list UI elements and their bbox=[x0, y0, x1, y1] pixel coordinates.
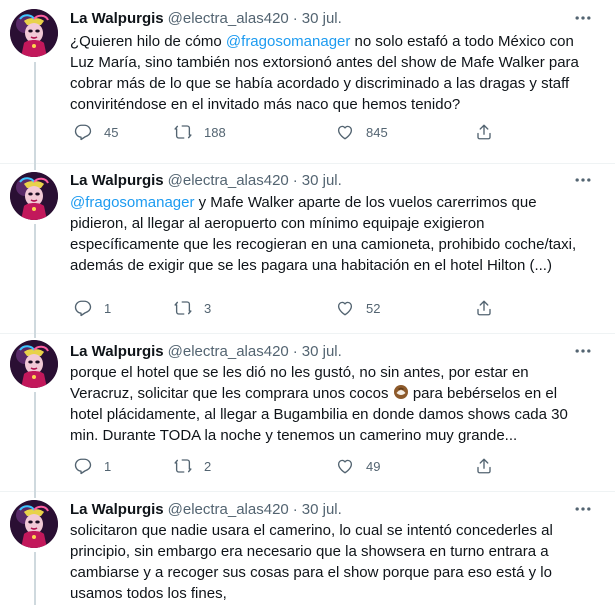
reply-icon bbox=[74, 299, 92, 317]
tweet-text: solicitaron que nadie usara el camerino,… bbox=[70, 520, 590, 604]
reply-count: 1 bbox=[104, 300, 112, 316]
mention-link[interactable]: @fragosomanager bbox=[226, 33, 350, 50]
separator: · bbox=[292, 500, 298, 518]
tweet[interactable]: La Walpurgis @electra_alas420 · 30 jul. … bbox=[0, 334, 615, 492]
user-handle[interactable]: @electra_alas420 bbox=[168, 172, 289, 189]
tweet-header: La Walpurgis @electra_alas420 · 30 jul. bbox=[70, 170, 342, 190]
thread-connector bbox=[34, 224, 36, 334]
thread-connector bbox=[34, 334, 36, 338]
tweet-thread: La Walpurgis @electra_alas420 · 30 jul. … bbox=[0, 0, 615, 605]
tweet-header: La Walpurgis @electra_alas420 · 30 jul. bbox=[70, 8, 342, 28]
share-button[interactable] bbox=[475, 299, 493, 317]
thread-connector bbox=[34, 392, 36, 492]
tweet-date[interactable]: 30 jul. bbox=[302, 343, 342, 360]
tweet-date[interactable]: 30 jul. bbox=[302, 501, 342, 518]
like-button[interactable]: 845 bbox=[336, 123, 388, 141]
display-name[interactable]: La Walpurgis bbox=[70, 501, 164, 518]
tweet-header: La Walpurgis @electra_alas420 · 30 jul. bbox=[70, 341, 342, 361]
user-handle[interactable]: @electra_alas420 bbox=[168, 10, 289, 27]
retweet-icon bbox=[174, 457, 192, 475]
avatar[interactable] bbox=[10, 340, 58, 388]
display-name[interactable]: La Walpurgis bbox=[70, 172, 164, 189]
thread-connector bbox=[34, 492, 36, 498]
retweet-count: 188 bbox=[204, 124, 226, 140]
tweet-date[interactable]: 30 jul. bbox=[302, 172, 342, 189]
tweet-text-part: ¿Quieren hilo de cómo bbox=[70, 33, 226, 50]
avatar[interactable] bbox=[10, 500, 58, 548]
like-button[interactable]: 49 bbox=[336, 457, 380, 475]
user-handle[interactable]: @electra_alas420 bbox=[168, 501, 289, 518]
share-icon bbox=[475, 457, 493, 475]
action-bar: 1 2 49 bbox=[70, 456, 510, 476]
share-button[interactable] bbox=[475, 123, 493, 141]
like-button[interactable]: 52 bbox=[336, 299, 380, 317]
action-bar: 1 3 52 bbox=[70, 298, 510, 318]
tweet-text-part: solicitaron que nadie usara el camerino,… bbox=[70, 522, 553, 602]
tweet-date[interactable]: 30 jul. bbox=[302, 10, 342, 27]
mention-link[interactable]: @fragosomanager bbox=[70, 194, 194, 211]
reply-count: 1 bbox=[104, 458, 112, 474]
more-options-icon[interactable] bbox=[573, 341, 593, 361]
retweet-button[interactable]: 2 bbox=[174, 457, 211, 475]
share-icon bbox=[475, 299, 493, 317]
display-name[interactable]: La Walpurgis bbox=[70, 10, 164, 27]
like-count: 52 bbox=[366, 300, 381, 316]
reply-button[interactable]: 1 bbox=[74, 299, 111, 317]
reply-button[interactable]: 45 bbox=[74, 123, 118, 141]
action-bar: 45 188 845 bbox=[70, 122, 510, 142]
display-name[interactable]: La Walpurgis bbox=[70, 343, 164, 360]
reply-icon bbox=[74, 123, 92, 141]
tweet[interactable]: La Walpurgis @electra_alas420 · 30 jul. … bbox=[0, 492, 615, 605]
share-button[interactable] bbox=[475, 457, 493, 475]
tweet-text: ¿Quieren hilo de cómo @fragosomanager no… bbox=[70, 31, 590, 115]
tweet[interactable]: La Walpurgis @electra_alas420 · 30 jul. … bbox=[0, 0, 615, 164]
avatar[interactable] bbox=[10, 9, 58, 57]
tweet-text: @fragosomanager y Mafe Walker aparte de … bbox=[70, 192, 590, 276]
retweet-icon bbox=[174, 123, 192, 141]
thread-connector bbox=[34, 552, 36, 605]
tweet-text: porque el hotel que se les dió no les gu… bbox=[70, 362, 590, 446]
retweet-button[interactable]: 3 bbox=[174, 299, 211, 317]
heart-icon bbox=[336, 299, 354, 317]
like-count: 49 bbox=[366, 458, 381, 474]
separator: · bbox=[292, 9, 298, 27]
user-handle[interactable]: @electra_alas420 bbox=[168, 343, 289, 360]
more-options-icon[interactable] bbox=[573, 8, 593, 28]
avatar[interactable] bbox=[10, 172, 58, 220]
heart-icon bbox=[336, 457, 354, 475]
share-icon bbox=[475, 123, 493, 141]
reply-button[interactable]: 1 bbox=[74, 457, 111, 475]
reply-icon bbox=[74, 457, 92, 475]
tweet-header: La Walpurgis @electra_alas420 · 30 jul. bbox=[70, 499, 342, 519]
separator: · bbox=[292, 171, 298, 189]
tweet[interactable]: La Walpurgis @electra_alas420 · 30 jul. … bbox=[0, 164, 615, 334]
more-options-icon[interactable] bbox=[573, 170, 593, 190]
heart-icon bbox=[336, 123, 354, 141]
coconut-emoji bbox=[393, 384, 409, 400]
retweet-button[interactable]: 188 bbox=[174, 123, 226, 141]
reply-count: 45 bbox=[104, 124, 119, 140]
thread-connector bbox=[34, 164, 36, 170]
retweet-count: 3 bbox=[204, 300, 212, 316]
more-options-icon[interactable] bbox=[573, 499, 593, 519]
like-count: 845 bbox=[366, 124, 388, 140]
thread-connector bbox=[34, 62, 36, 164]
retweet-count: 2 bbox=[204, 458, 212, 474]
separator: · bbox=[292, 342, 298, 360]
retweet-icon bbox=[174, 299, 192, 317]
